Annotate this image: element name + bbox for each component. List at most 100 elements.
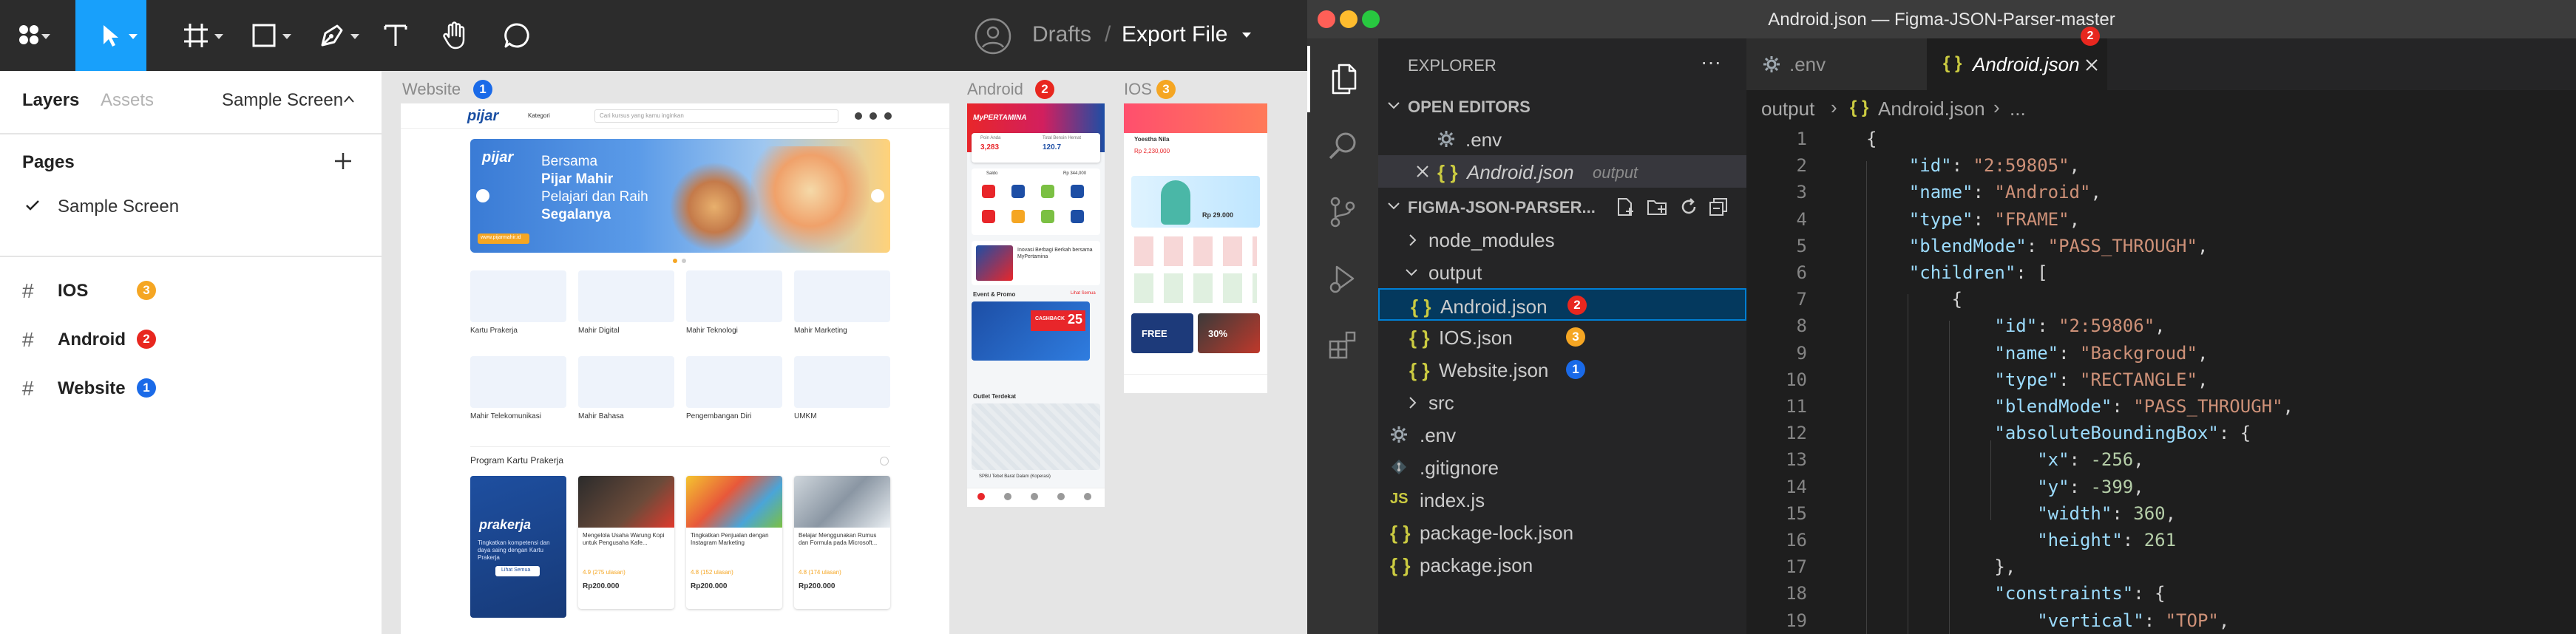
tree-item-node-modules[interactable]: node_modules [1378, 223, 1746, 256]
outlet-title: Outlet Terdekat [973, 393, 1017, 400]
more-actions-icon[interactable]: ··· [1701, 50, 1721, 74]
move-tool-button[interactable] [75, 0, 146, 71]
explorer-activity[interactable] [1307, 46, 1378, 112]
frame-label-android[interactable]: Android [967, 80, 1023, 99]
page-selector[interactable]: Sample Screen [222, 90, 343, 111]
website-frame[interactable]: pijar Kategori Cari kursus yang kamu ing… [401, 103, 949, 634]
category-card [794, 270, 890, 322]
hand-tool-button[interactable] [429, 0, 481, 71]
pen-tool-button[interactable] [299, 0, 365, 71]
category-menu: Kategori [528, 112, 550, 119]
close-icon[interactable] [2085, 58, 2098, 72]
line-number: 6 [1796, 262, 1807, 283]
hero-image [751, 146, 870, 253]
code-line: }, [1866, 556, 2016, 578]
android-frame[interactable]: MyPERTAMINA Poin Anda 3,283 Total Bensin… [967, 103, 1105, 507]
hero-banner: pijar Bersama Pijar Mahir Pelajari dan R… [470, 139, 890, 253]
tree-item-label: IOS.json [1439, 327, 1513, 349]
tree-item-src[interactable]: src [1378, 386, 1746, 418]
layer-item-ios[interactable]: # IOS 3 [0, 269, 383, 310]
comment-tool-button[interactable] [491, 0, 543, 71]
tree-item-index-js[interactable]: JS index.js [1378, 483, 1746, 516]
tree-item-gitignore[interactable]: .gitignore [1378, 451, 1746, 483]
tree-item-website-json[interactable]: { } Website.json 1 [1378, 353, 1746, 386]
extensions-activity[interactable] [1307, 312, 1378, 378]
code-line: "name": "Android", [1908, 182, 2101, 203]
add-page-icon[interactable] [333, 151, 353, 171]
drafts-link[interactable]: Drafts [1032, 22, 1091, 47]
nav-icon [1057, 493, 1065, 500]
figma-canvas[interactable]: Website 1 Android 2 IOS 3 pijar Kategori… [383, 71, 1307, 634]
chevron-down-icon [214, 34, 223, 39]
tree-item-output[interactable]: output [1378, 256, 1746, 288]
json-icon: { } [1409, 327, 1430, 349]
layer-badge: 3 [137, 281, 156, 300]
run-debug-activity[interactable] [1307, 245, 1378, 312]
open-editors-section[interactable]: OPEN EDITORS [1378, 90, 1746, 123]
category-card [686, 270, 782, 322]
layer-badge: 2 [137, 330, 156, 349]
tree-item-android-json[interactable]: { } Android.json 2 [1378, 288, 1746, 321]
new-file-icon[interactable] [1615, 197, 1636, 217]
breadcrumb-item[interactable]: ... [2010, 98, 2026, 120]
user-avatar[interactable] [975, 18, 1011, 55]
category-card [578, 356, 674, 408]
tree-item-env[interactable]: .env [1378, 418, 1746, 451]
gear-icon [1438, 131, 1454, 147]
course-thumbnail [578, 476, 674, 528]
figma-menu-icon [19, 25, 38, 44]
hero-button: www.pijarmahir.id [478, 234, 529, 244]
json-icon: { } [1850, 98, 1869, 117]
source-control-activity[interactable] [1307, 179, 1378, 245]
refresh-icon[interactable] [1678, 197, 1699, 217]
saldo-card: Saldo Rp 344,000 [972, 168, 1100, 235]
tab-env[interactable]: .env [1746, 38, 1927, 90]
hero-line: Segalanya [541, 207, 611, 222]
frame-label-website[interactable]: Website [402, 80, 461, 99]
layer-item-android[interactable]: # Android 2 [0, 318, 383, 359]
text-tool-button[interactable] [370, 0, 421, 71]
tab-badge: 2 [2081, 27, 2100, 46]
tab-assets[interactable]: Assets [101, 90, 154, 111]
tab-android-json[interactable]: { } Android.json [1927, 38, 2107, 90]
tree-item-ios-json[interactable]: { } IOS.json 3 [1378, 321, 1746, 353]
ios-frame[interactable]: Yoestha Nila Rp 2,230,000 Rp 29.000 FREE… [1124, 103, 1267, 393]
ios-promo-label: FREE [1142, 328, 1167, 339]
collapse-all-icon[interactable] [1708, 197, 1729, 217]
new-folder-icon[interactable] [1646, 197, 1668, 217]
ios-bottom-nav [1124, 374, 1267, 393]
see-all-link: Lihat Semua [1071, 291, 1096, 296]
tree-item-package-lock-json[interactable]: { } package-lock.json [1378, 516, 1746, 548]
close-icon[interactable] [1415, 164, 1430, 179]
open-editor-item[interactable]: .env [1378, 123, 1746, 155]
figma-menu-button[interactable] [0, 0, 59, 71]
bell-icon [870, 112, 877, 120]
hero-line: Pelajari dan Raih [541, 189, 648, 205]
tree-item-label: .env [1420, 424, 1457, 446]
layer-item-website[interactable]: # Website 1 [0, 367, 383, 408]
course-title: Belajar Menggunakan Rumus dan Formula pa… [799, 532, 878, 546]
frame-label-ios[interactable]: IOS [1124, 80, 1152, 99]
shape-tool-button[interactable] [231, 0, 297, 71]
json-icon: { } [1390, 522, 1411, 544]
breadcrumb-item[interactable]: Android.json [1878, 98, 1985, 120]
page-item-sample-screen[interactable]: Sample Screen [0, 188, 383, 225]
menu-icon [1071, 185, 1084, 198]
hero-button-label: www.pijarmahir.id [481, 235, 521, 240]
tree-item-package-json[interactable]: { } package.json [1378, 548, 1746, 581]
code-line: "name": "Backgroud", [1994, 342, 2209, 364]
code-editor[interactable]: 1 {2 "id": "2:59805", 3 "name": "Android",… [1746, 126, 2576, 634]
category-card [470, 270, 566, 322]
open-editor-item[interactable]: { } Android.json output [1378, 155, 1746, 188]
project-section[interactable]: FIGMA-JSON-PARSER... [1378, 191, 1746, 223]
ios-banner: Rp 29.000 [1131, 176, 1260, 228]
code-line: "blendMode": "PASS_THROUGH", [1994, 396, 2294, 417]
figma-window: Drafts / Export File Layers Assets Sampl… [0, 0, 1307, 634]
search-activity[interactable] [1307, 112, 1378, 179]
file-name[interactable]: Export File [1122, 22, 1227, 47]
frame-tool-button[interactable] [163, 0, 229, 71]
chevron-up-icon[interactable] [343, 95, 355, 103]
breadcrumb-item[interactable]: output [1761, 98, 1814, 120]
tab-layers[interactable]: Layers [22, 90, 79, 111]
file-menu-chevron-icon[interactable] [1242, 33, 1251, 38]
